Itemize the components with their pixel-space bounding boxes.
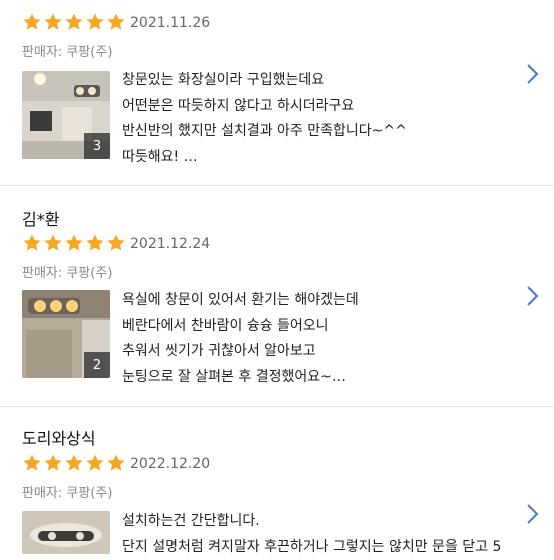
star-icon — [22, 12, 42, 32]
review-text: 창문있는 화장실이라 구입했는데요 어떤분은 따듯하지 않다고 하시더라구요 반… — [122, 68, 522, 170]
review-date: 2021.12.24 — [130, 236, 210, 252]
review-line: 욕실에 창문이 있어서 환기는 해야겠는데 — [122, 288, 522, 314]
star-icon — [43, 233, 63, 253]
review-item[interactable]: 김*환 2021.12.24 판매자: 쿠팡(주) 2 욕실에 창문이 있어서 … — [0, 186, 554, 406]
review-photo-thumbnail[interactable] — [22, 511, 110, 554]
review-item[interactable]: 2021.11.26 판매자: 쿠팡(주) 3 창문있는 화장실이라 구입했는데… — [0, 0, 554, 185]
review-line: 눈팅으로 잘 살펴본 후 결정했어요~… — [122, 365, 522, 391]
review-item[interactable]: 도리와상식 2022.12.20 판매자: 쿠팡(주) 설치하는건 간단합니다.… — [0, 407, 554, 554]
star-rating — [22, 12, 126, 32]
review-date: 2021.11.26 — [130, 15, 210, 31]
star-icon — [106, 233, 126, 253]
star-icon — [64, 12, 84, 32]
star-icon — [64, 233, 84, 253]
review-line: 창문있는 화장실이라 구입했는데요 — [122, 68, 522, 94]
review-line: 단지 설명처럼 켜지말자 후끈하거나 그렇지는 않치만 문을 닫고 5 — [122, 535, 522, 560]
seller-label: 판매자: 쿠팡(주) — [22, 262, 112, 281]
review-line: 따듯해요! … — [122, 145, 522, 171]
star-icon — [22, 233, 42, 253]
photo-count-badge: 2 — [84, 352, 110, 378]
chevron-right-icon[interactable] — [524, 285, 540, 307]
review-text: 욕실에 창문이 있어서 환기는 해야겠는데 베란다에서 찬바람이 슝슝 들어오니… — [122, 288, 522, 390]
star-icon — [22, 453, 42, 473]
star-icon — [106, 12, 126, 32]
seller-label: 판매자: 쿠팡(주) — [22, 482, 112, 501]
heater-photo — [22, 511, 110, 554]
star-rating — [22, 453, 126, 473]
review-photo-thumbnail[interactable]: 2 — [22, 290, 110, 378]
star-icon — [85, 233, 105, 253]
star-icon — [85, 453, 105, 473]
star-icon — [43, 453, 63, 473]
review-text: 설치하는건 간단합니다. 단지 설명처럼 켜지말자 후끈하거나 그렇지는 않치만… — [122, 509, 522, 560]
review-line: 설치하는건 간단합니다. — [122, 509, 522, 535]
reviewer-name: 도리와상식 — [22, 425, 96, 449]
photo-count-badge: 3 — [84, 133, 110, 159]
review-line: 베란다에서 찬바람이 슝슝 들어오니 — [122, 314, 522, 340]
review-photo-thumbnail[interactable]: 3 — [22, 71, 110, 159]
review-date: 2022.12.20 — [130, 456, 210, 472]
chevron-right-icon[interactable] — [524, 63, 540, 85]
star-icon — [43, 12, 63, 32]
review-line: 어떤분은 따듯하지 않다고 하시더라구요 — [122, 94, 522, 120]
star-icon — [64, 453, 84, 473]
chevron-right-icon[interactable] — [524, 503, 540, 525]
review-line: 추워서 씻기가 귀찮아서 알아보고 — [122, 339, 522, 365]
reviewer-name: 김*환 — [22, 206, 59, 230]
seller-label: 판매자: 쿠팡(주) — [22, 41, 112, 60]
review-line: 반신반의 했지만 설치결과 아주 만족합니다~^^ — [122, 119, 522, 145]
star-icon — [106, 453, 126, 473]
star-rating — [22, 233, 126, 253]
star-icon — [85, 12, 105, 32]
